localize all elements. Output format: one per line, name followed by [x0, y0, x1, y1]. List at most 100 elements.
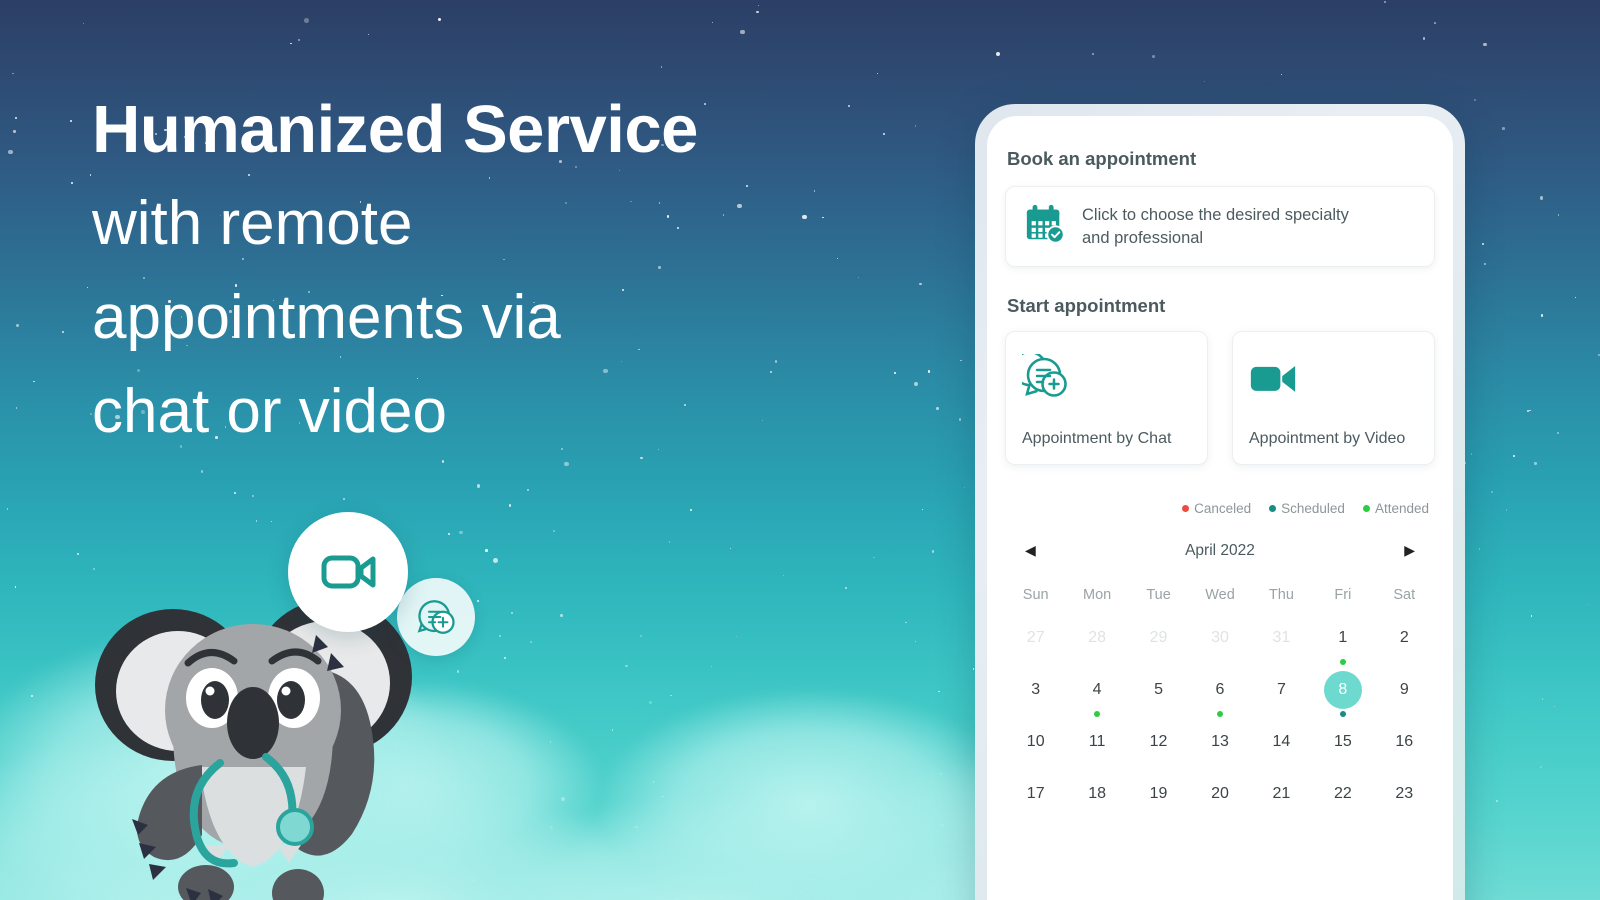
calendar-day-cell[interactable]: 17 [1005, 773, 1066, 825]
calendar-day-cell: 27 [1005, 617, 1066, 669]
star [1539, 196, 1544, 200]
calendar-day-number: 30 [1211, 629, 1229, 646]
chevron-right-icon[interactable]: ▶ [1398, 538, 1421, 563]
calendar-day-cell[interactable]: 11 [1066, 721, 1127, 773]
star [936, 407, 939, 410]
calendar-day-cell[interactable]: 22 [1312, 773, 1373, 825]
calendar-day-number: 14 [1272, 733, 1291, 750]
page-title: Humanized Service [92, 92, 698, 167]
star [368, 33, 370, 35]
star [1474, 99, 1476, 101]
calendar-day-cell: 31 [1251, 617, 1312, 669]
star [15, 324, 19, 328]
star [1151, 54, 1155, 58]
calendar-day-number: 9 [1399, 681, 1409, 698]
hero-subtitle-line-1: with remote [92, 189, 413, 258]
calendar-day-cell[interactable]: 18 [1066, 773, 1127, 825]
calendar-day-cell[interactable]: 1 [1312, 617, 1373, 669]
calendar-day-cell[interactable]: 5 [1128, 669, 1189, 721]
legend-item: Scheduled [1269, 501, 1345, 516]
calendar-day-status-dot [1339, 711, 1346, 717]
calendar-day-cell[interactable]: 19 [1128, 773, 1189, 825]
calendar-day-number: 2 [1399, 629, 1409, 646]
calendar-day-cell[interactable]: 8 [1312, 669, 1373, 721]
appointment-by-video-label: Appointment by Video [1249, 430, 1406, 447]
calendar-grid[interactable]: Sun Mon Tue Wed Thu Fri Sat 27 28 29 30 31 1 2 3 4 5 6 7 8 9… [1005, 581, 1435, 825]
calendar-day-number: 3 [1031, 681, 1041, 698]
star [756, 10, 759, 13]
choose-specialty-text: Click to choose the desired specialty an… [1082, 204, 1349, 249]
star [712, 21, 714, 23]
legend-dot-icon [1269, 505, 1277, 512]
star [441, 460, 445, 463]
phone-mockup: Book an appointment Click to choose the … [975, 104, 1465, 900]
calendar-day-cell[interactable]: 21 [1251, 773, 1312, 825]
star [15, 407, 18, 409]
star [564, 461, 569, 466]
star [1527, 410, 1529, 412]
calendar-day-number: 23 [1395, 785, 1414, 802]
calendar-day-cell[interactable]: 4 [1066, 669, 1127, 721]
star [1502, 126, 1506, 130]
calendar-day-cell[interactable]: 15 [1312, 721, 1373, 773]
start-appointment-title: Start appointment [1007, 295, 1166, 316]
star [304, 18, 309, 24]
calendar-check-icon [1024, 203, 1066, 250]
calendar-day-cell[interactable]: 7 [1251, 669, 1312, 721]
legend-dot-icon [1182, 505, 1190, 512]
calendar-day-number: 5 [1154, 681, 1164, 698]
phone-screen: Book an appointment Click to choose the … [987, 116, 1453, 900]
calendar-day-number: 22 [1333, 785, 1352, 802]
star [660, 66, 663, 68]
calendar-day-status-dot [1094, 711, 1101, 717]
star [1422, 37, 1426, 40]
calendar-day-number: 16 [1395, 733, 1414, 750]
book-appointment-title: Book an appointment [1007, 148, 1197, 169]
status-legend: Canceled Scheduled Attended [1005, 501, 1429, 516]
calendar-day-cell[interactable]: 16 [1374, 721, 1435, 773]
appointment-options-row: Appointment by Chat Appointment by Video [1005, 331, 1435, 465]
calendar-day-number: 11 [1088, 733, 1106, 750]
star [1092, 53, 1095, 55]
calendar-day-number: 31 [1272, 629, 1291, 646]
star [1598, 354, 1600, 356]
calendar-day-cell[interactable]: 14 [1251, 721, 1312, 773]
calendar-day-cell[interactable]: 3 [1005, 669, 1066, 721]
calendar-weekday-header: Sun [1022, 587, 1049, 603]
calendar-day-cell[interactable]: 2 [1374, 617, 1435, 669]
star [1203, 80, 1206, 83]
appointment-by-chat-card[interactable]: Appointment by Chat [1005, 331, 1208, 465]
star [15, 116, 17, 119]
calendar-month-label: April 2022 [1185, 541, 1255, 559]
star [1534, 461, 1538, 465]
star [70, 120, 73, 123]
choose-specialty-line-2: and professional [1082, 228, 1204, 247]
hero-subtitle-line-2: appointments via [92, 283, 561, 353]
calendar-day-cell[interactable]: 13 [1189, 721, 1250, 773]
legend-item: Attended [1362, 501, 1429, 516]
calendar-day-cell[interactable]: 12 [1128, 721, 1189, 773]
calendar-day-cell[interactable]: 23 [1374, 773, 1435, 825]
chevron-left-icon[interactable]: ◀ [1019, 538, 1042, 563]
calendar-day-status-dot [1216, 711, 1223, 717]
star [959, 359, 962, 362]
calendar-day-cell[interactable]: 20 [1189, 773, 1250, 825]
calendar-day-cell[interactable]: 9 [1374, 669, 1435, 721]
star [1465, 462, 1467, 464]
star [290, 42, 292, 44]
calendar-day-cell[interactable]: 10 [1005, 721, 1066, 773]
hero-subtitle: with remote appointments via chat or vid… [92, 177, 932, 460]
calendar-day-number: 15 [1333, 733, 1352, 750]
calendar-day-cell[interactable]: 6 [1189, 669, 1250, 721]
calendar-day-number: 21 [1272, 785, 1291, 802]
calendar-day-number: 18 [1088, 785, 1107, 802]
appointment-by-video-card[interactable]: Appointment by Video [1232, 331, 1435, 465]
star [8, 149, 13, 155]
star [1556, 432, 1559, 435]
choose-specialty-card[interactable]: Click to choose the desired specialty an… [1005, 186, 1435, 267]
calendar-day-number: 29 [1149, 629, 1168, 646]
calendar-day-number: 8 [1323, 671, 1362, 709]
calendar-day-number: 12 [1149, 733, 1168, 750]
calendar-day-status-dot [1339, 659, 1346, 665]
hero-text-block: Humanized Service with remote appointmen… [92, 96, 932, 460]
